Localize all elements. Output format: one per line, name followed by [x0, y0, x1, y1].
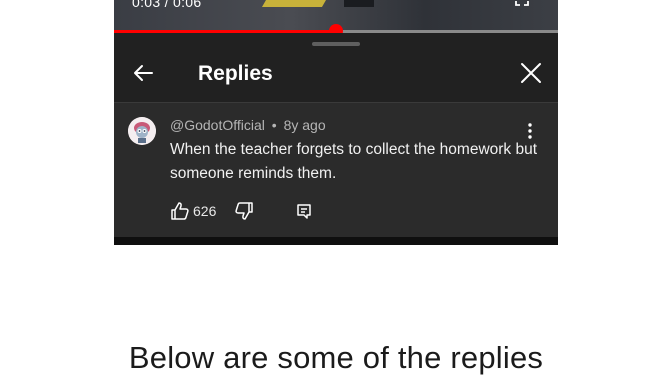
fullscreen-icon[interactable] [515, 0, 529, 6]
drag-handle[interactable] [312, 42, 360, 46]
arrow-left-icon[interactable] [128, 58, 158, 88]
replies-header: Replies [114, 47, 558, 102]
close-icon[interactable] [516, 58, 546, 88]
reply-icon[interactable] [294, 201, 314, 221]
thumbs-down-icon[interactable] [234, 201, 254, 221]
thumbs-up-icon[interactable] [170, 201, 190, 221]
page-title: Replies [198, 62, 273, 85]
comment-author[interactable]: @GodotOfficial [170, 117, 265, 133]
video-frame-detail [261, 0, 327, 7]
bottom-bar [114, 237, 558, 245]
video-frame-detail [344, 0, 374, 7]
comment-meta: @GodotOfficial • 8y ago [170, 117, 326, 133]
replies-panel: Replies @GodotOfficial • 8y ago When the… [114, 33, 558, 245]
caption-text: Below are some of the replies [128, 340, 544, 375]
like-count: 626 [193, 203, 217, 219]
comment-card: @GodotOfficial • 8y ago When the teacher… [114, 103, 558, 237]
youtube-phone-screen: 0:03 / 0:06 Replies @GodotOfficial • 8y … [114, 0, 558, 245]
meta-separator: • [271, 117, 277, 133]
video-time: 0:03 / 0:06 [132, 0, 202, 10]
comment-text: When the teacher forgets to collect the … [170, 141, 538, 182]
avatar[interactable] [128, 117, 156, 145]
comment-actions: 626 [170, 201, 370, 223]
comment-age: 8y ago [283, 117, 326, 133]
